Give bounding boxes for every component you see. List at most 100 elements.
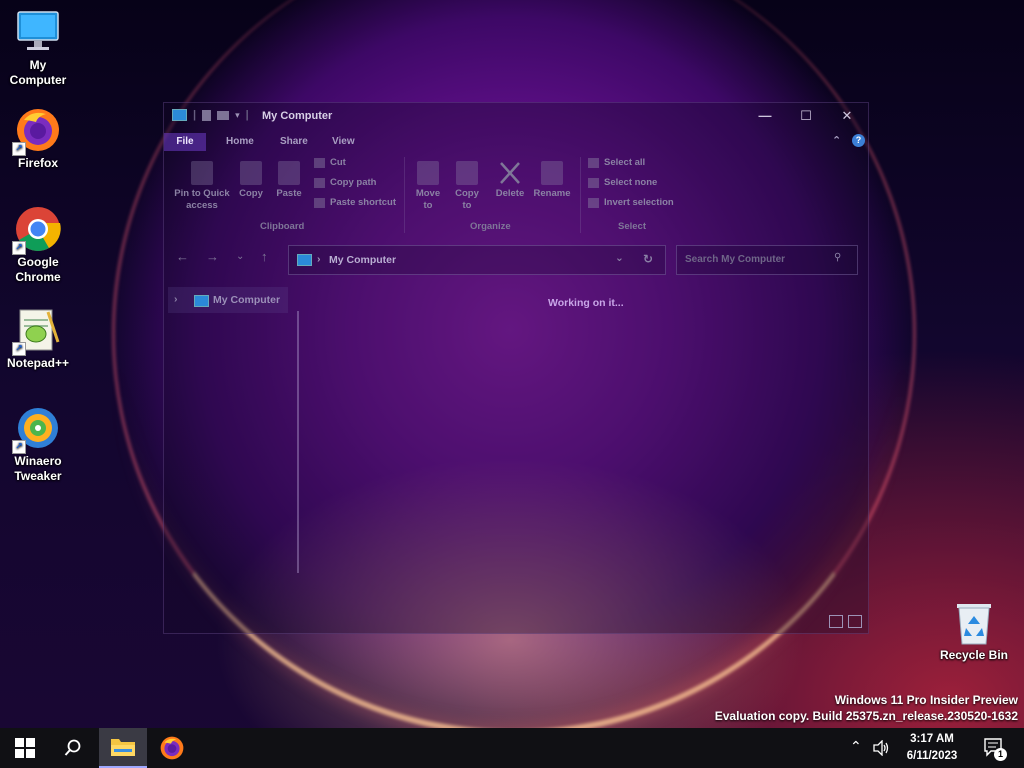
quick-access-toolbar: | ▾ | [172,109,249,121]
explorer-window[interactable]: | ▾ | My Computer — ☐ ✕ File Home Share … [163,102,869,634]
desktop-icon-chrome[interactable]: ↗ Google Chrome [0,205,76,285]
pane-splitter[interactable] [297,311,299,573]
address-dropdown-icon[interactable]: ⌄ [615,252,624,264]
desktop-icon-firefox[interactable]: ↗ Firefox [0,106,76,171]
group-separator [580,157,581,233]
address-path[interactable]: My Computer [329,254,396,266]
tab-file[interactable]: File [164,133,206,151]
new-folder-icon[interactable] [217,110,230,120]
firefox-icon [160,736,184,760]
copy-path-icon [314,177,325,188]
status-message: Working on it... [548,297,624,309]
back-arrow-icon[interactable]: ← [176,249,189,264]
maximize-button[interactable]: ☐ [785,103,827,129]
nav-item-label: My Computer [213,294,281,306]
volume-icon[interactable] [872,740,890,756]
cut-button[interactable]: Cut [314,157,346,168]
rename-icon [541,161,563,185]
desktop-icon-label: Firefox [17,156,58,170]
invert-selection-icon [588,197,599,208]
rename-button[interactable]: Rename [530,161,574,200]
chrome-icon: ↗ [12,205,62,255]
select-none-button[interactable]: Select none [588,177,657,188]
tab-view[interactable]: View [322,133,365,151]
search-icon[interactable]: ⚲ [834,252,841,263]
shortcut-arrow-icon: ↗ [12,142,26,156]
shortcut-arrow-icon: ↗ [12,440,26,454]
desktop-icon-label: My Computer [9,58,67,87]
system-clock[interactable]: 3:17 AM 6/11/2023 [892,731,972,765]
details-view-icon[interactable] [829,615,843,628]
navigation-bar: ← → ⌄ ↑ › My Computer ⌄ ↻ Search My Comp… [164,237,868,281]
monitor-icon [194,295,209,307]
breadcrumb-chevron-icon[interactable]: › [317,253,321,265]
delete-x-icon [499,161,521,185]
select-all-icon [588,157,599,168]
desktop-icon-recycle-bin[interactable]: Recycle Bin [936,602,1012,663]
start-button[interactable] [2,728,48,768]
minimize-button[interactable]: — [744,103,786,129]
separator: | [193,109,197,121]
pin-to-quick-access-button[interactable]: Pin to Quick access [168,161,236,212]
tab-share[interactable]: Share [270,133,318,151]
copy-icon [240,161,262,185]
move-to-button[interactable]: Move to [410,161,446,212]
paste-shortcut-button[interactable]: Paste shortcut [314,197,396,208]
desktop-icon-label: Google Chrome [15,255,61,284]
desktop-icon-label: Notepad++ [6,356,69,370]
watermark-edition: Windows 11 Pro Insider Preview [834,693,1018,707]
address-bar[interactable]: › My Computer ⌄ ↻ [288,245,666,275]
show-hidden-icons-icon[interactable]: ⌃ [850,738,862,755]
action-center-button[interactable]: 1 [976,728,1014,768]
taskbar-file-explorer[interactable] [99,728,147,768]
search-icon [64,739,81,756]
collapse-ribbon-icon[interactable]: ⌃ [832,134,841,147]
search-input[interactable]: Search My Computer [685,254,785,265]
notification-badge: 1 [994,748,1007,761]
scissors-icon [314,157,325,168]
search-button[interactable] [50,728,96,768]
search-box[interactable]: Search My Computer ⚲ [676,245,858,275]
notepadpp-icon: ↗ [12,306,62,356]
desktop-icon-notepadpp[interactable]: ↗ Notepad++ [0,306,76,371]
select-all-button[interactable]: Select all [588,157,645,168]
firefox-icon: ↗ [12,106,62,156]
large-icons-view-icon[interactable] [848,615,862,628]
ribbon-home: Pin to Quick access Copy Paste Cut Copy … [164,151,868,237]
desktop-icon-label: Winaero Tweaker [14,454,62,483]
recycle-bin-icon [954,602,994,646]
copy-to-button[interactable]: Copy to [450,161,484,212]
move-to-icon [417,161,439,185]
desktop-icon-winaero-tweaker[interactable]: ↗ Winaero Tweaker [0,404,76,484]
group-label-organize: Organize [470,221,511,232]
group-label-clipboard: Clipboard [260,221,305,232]
monitor-icon [14,8,62,56]
close-button[interactable]: ✕ [826,103,868,129]
desktop-icon-my-computer[interactable]: My Computer [0,8,76,88]
monitor-icon [297,254,312,266]
copy-button[interactable]: Copy [236,161,266,200]
forward-arrow-icon[interactable]: → [206,249,219,264]
recent-locations-icon[interactable]: ⌄ [236,251,244,262]
delete-button[interactable]: Delete [492,161,528,200]
customize-qat-icon[interactable]: ▾ [235,110,240,121]
refresh-icon[interactable]: ↻ [643,252,653,266]
paste-icon [278,161,300,185]
desktop-icon-label: Recycle Bin [939,648,1009,662]
properties-icon[interactable] [202,109,212,121]
copy-to-icon [456,161,478,185]
tab-home[interactable]: Home [216,133,264,151]
title-bar[interactable]: | ▾ | My Computer — ☐ ✕ [164,103,868,131]
paste-button[interactable]: Paste [272,161,306,200]
nav-item-my-computer[interactable]: › My Computer [168,287,288,313]
help-icon[interactable]: ? [852,134,865,147]
expand-chevron-icon[interactable]: › [174,293,178,305]
monitor-icon [172,109,187,121]
taskbar-firefox[interactable] [149,728,195,768]
invert-selection-button[interactable]: Invert selection [588,197,674,208]
up-arrow-icon[interactable]: ↑ [261,249,268,264]
copy-path-button[interactable]: Copy path [314,177,376,188]
pin-icon [191,161,213,185]
winaero-tweaker-icon: ↗ [12,404,62,454]
taskbar: ⌃ 3:17 AM 6/11/2023 1 [0,728,1024,768]
